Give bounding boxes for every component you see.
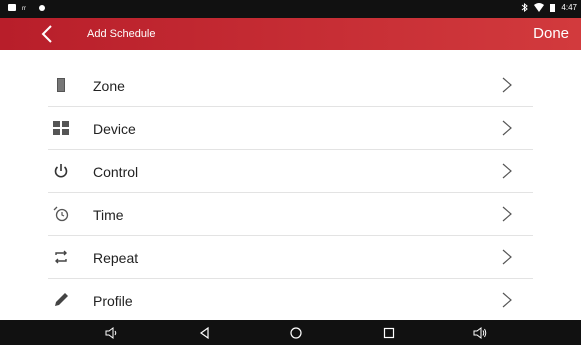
- repeat-icon: [55, 250, 67, 264]
- menu-item-time[interactable]: Time: [48, 193, 533, 236]
- menu-item-zone[interactable]: Zone: [48, 64, 533, 107]
- menu-item-label: Time: [93, 207, 124, 223]
- back-triangle-icon[interactable]: [198, 326, 212, 340]
- svg-text:rr: rr: [22, 6, 26, 11]
- menu-item-label: Zone: [93, 78, 125, 94]
- done-button[interactable]: Done: [533, 25, 569, 42]
- alarm-clock-icon: [53, 206, 69, 222]
- chevron-right-icon: [502, 292, 512, 308]
- menu-item-device[interactable]: Device: [48, 107, 533, 150]
- page-title: Add Schedule: [87, 28, 156, 40]
- navigation-bar: [0, 320, 581, 345]
- zone-icon: [57, 78, 65, 92]
- chevron-right-icon: [502, 249, 512, 265]
- menu-item-control[interactable]: Control: [48, 150, 533, 193]
- signal-notification-icon: rr: [22, 6, 26, 11]
- status-time: 4:47: [561, 3, 577, 12]
- menu-item-label: Repeat: [93, 250, 139, 266]
- menu-item-label: Control: [93, 164, 139, 180]
- device-grid-icon: [53, 121, 69, 135]
- status-left-icons: rr: [8, 4, 46, 11]
- menu-item-label: Device: [93, 121, 136, 137]
- home-circle-icon[interactable]: [289, 326, 303, 340]
- status-bar: rr 4:47: [0, 0, 581, 18]
- back-arrow-icon[interactable]: [36, 22, 60, 46]
- bluetooth-icon: [522, 3, 529, 12]
- wifi-icon: [534, 3, 545, 12]
- menu-item-label: Profile: [93, 293, 133, 309]
- notification-icon: [8, 4, 16, 11]
- android-icon: [39, 5, 45, 11]
- chevron-right-icon: [502, 163, 512, 179]
- status-right-icons: 4:47: [521, 3, 577, 12]
- menu-item-repeat[interactable]: Repeat: [48, 236, 533, 279]
- chevron-right-icon: [502, 120, 512, 136]
- volume-down-icon[interactable]: [104, 326, 118, 340]
- power-icon: [54, 164, 68, 178]
- chevron-right-icon: [502, 206, 512, 222]
- battery-icon: [550, 4, 556, 12]
- pencil-icon: [55, 293, 68, 306]
- app-bar: Add Schedule Done: [0, 18, 581, 50]
- menu-item-profile[interactable]: Profile: [48, 279, 533, 321]
- chevron-right-icon: [502, 77, 512, 93]
- recents-square-icon[interactable]: [382, 326, 396, 340]
- schedule-options-list: Zone Device Control Time Repeat Profile: [48, 64, 533, 321]
- volume-up-icon[interactable]: [473, 326, 487, 340]
